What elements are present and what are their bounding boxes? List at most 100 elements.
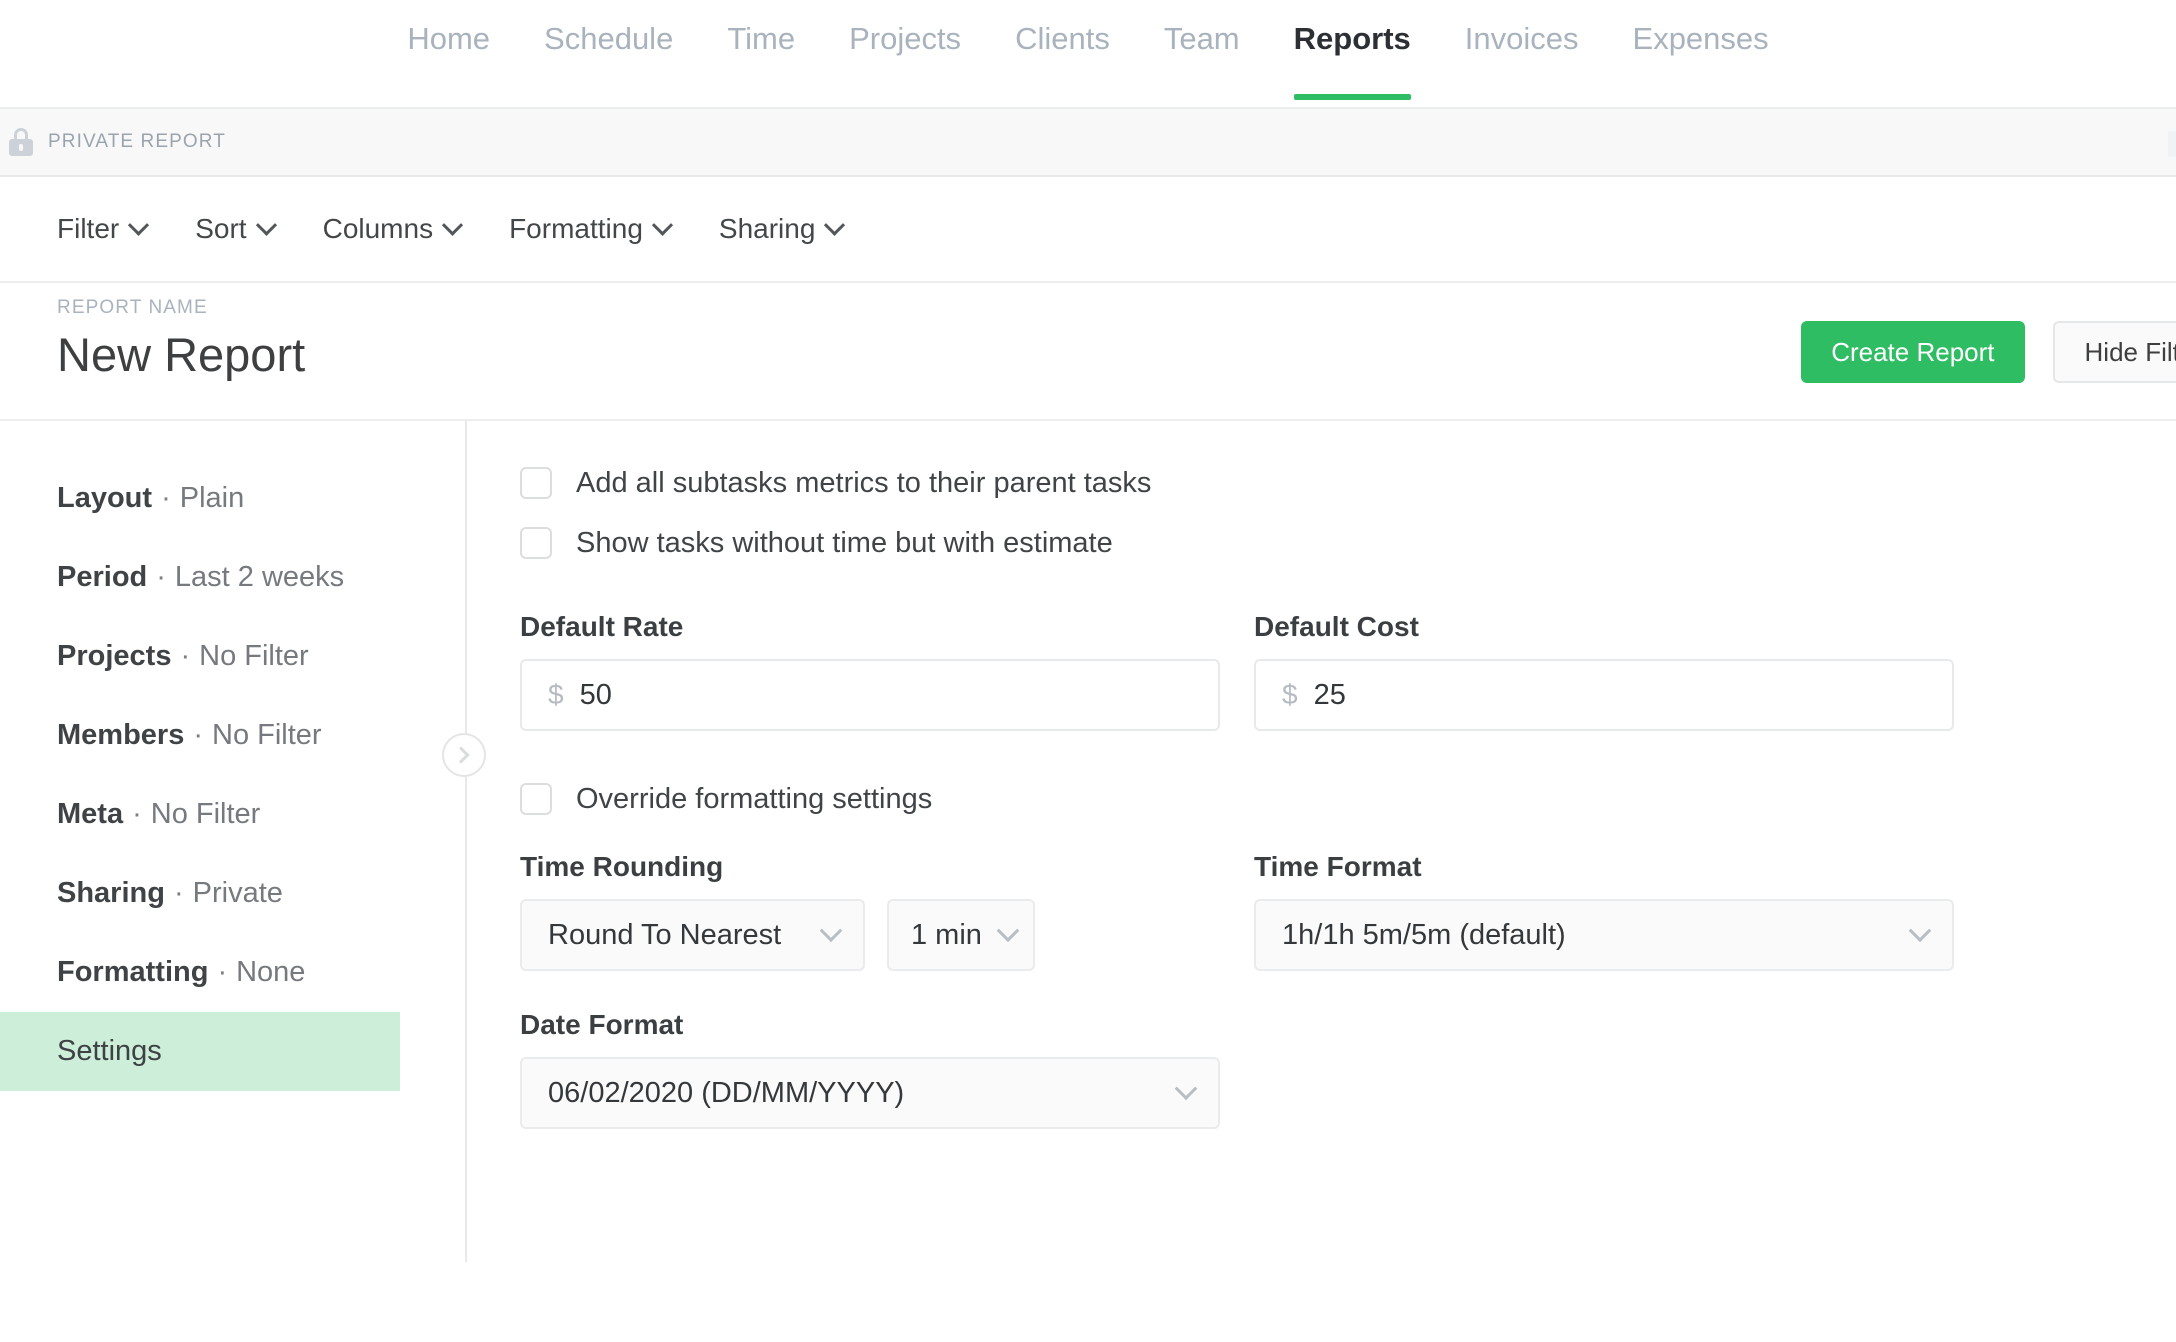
report-header: REPORT NAME New Report Create Report Hid…: [0, 281, 2176, 419]
nav-label-expenses: Expenses: [1632, 21, 1769, 56]
chevron-down-icon: [128, 214, 150, 236]
time-rounding-unit-value: 1 min: [911, 918, 982, 951]
checkbox-row-subtasks[interactable]: Add all subtasks metrics to their parent…: [520, 453, 2176, 513]
sidebar-item-layout[interactable]: Layout · Plain: [0, 459, 465, 538]
nav-list: Home Schedule Time Projects Clients Team…: [380, 21, 1796, 101]
nav-label-clients: Clients: [1015, 21, 1110, 56]
sidebar-item-value: Private: [192, 877, 283, 909]
time-rounding-unit-wrap: 1 min: [887, 899, 1035, 971]
sidebar-item-label: Sharing: [57, 877, 165, 909]
sidebar-separator: ·: [193, 719, 203, 751]
checkbox-row-estimate[interactable]: Show tasks without time but with estimat…: [520, 513, 2176, 573]
default-cost-field-group: Default Cost $ 25: [1254, 611, 1954, 731]
subtasks-checkbox-label: Add all subtasks metrics to their parent…: [576, 466, 1152, 499]
nav-label-projects: Projects: [849, 21, 962, 56]
sidebar-divider: [442, 421, 486, 1262]
date-format-group: Date Format 06/02/2020 (DD/MM/YYYY): [520, 1009, 1220, 1129]
sidebar-item-formatting[interactable]: Formatting · None: [0, 933, 465, 1012]
sidebar-separator: ·: [173, 877, 184, 909]
sidebar-collapse-button[interactable]: [442, 733, 486, 777]
override-formatting-label: Override formatting settings: [576, 782, 933, 815]
checkbox-row-override[interactable]: Override formatting settings: [520, 769, 2176, 829]
default-rate-field-group: Default Rate $ 50: [520, 611, 1220, 731]
time-rounding-mode-value: Round To Nearest: [548, 918, 782, 951]
nav-item-expenses[interactable]: Expenses: [1606, 21, 1796, 100]
report-settings-sidebar: Layout · Plain Period · Last 2 weeks Pro…: [0, 421, 465, 1262]
nav-label-time: Time: [727, 21, 796, 56]
time-rounding-group: Time Rounding Round To Nearest 1 min: [520, 851, 1220, 971]
estimate-checkbox[interactable]: [520, 527, 552, 559]
default-rate-value: 50: [579, 678, 612, 711]
currency-symbol: $: [1282, 679, 1298, 710]
sidebar-item-sharing[interactable]: Sharing · Private: [0, 854, 465, 933]
private-report-bar: PRIVATE REPORT: [0, 107, 2176, 177]
nav-item-home[interactable]: Home: [380, 21, 517, 100]
chevron-down-icon: [819, 919, 843, 943]
date-format-label: Date Format: [520, 1009, 684, 1040]
nav-label-invoices: Invoices: [1464, 21, 1579, 56]
nav-item-time[interactable]: Time: [700, 21, 822, 100]
nav-item-team[interactable]: Team: [1137, 21, 1267, 100]
default-cost-value: 25: [1313, 678, 1346, 711]
header-actions: Create Report Hide Filters: [1801, 321, 2176, 383]
sidebar-item-period[interactable]: Period · Last 2 weeks: [0, 538, 465, 617]
nav-label-home: Home: [407, 21, 491, 56]
sidebar-item-settings[interactable]: Settings: [0, 1012, 400, 1091]
nav-label-schedule: Schedule: [544, 21, 674, 56]
chevron-down-icon: [824, 214, 846, 236]
sidebar-item-label: Meta: [57, 798, 124, 830]
default-cost-input[interactable]: $ 25: [1254, 659, 1954, 731]
override-formatting-checkbox[interactable]: [520, 783, 552, 815]
default-cost-label: Default Cost: [1254, 611, 1419, 642]
edge-panel-sliver[interactable]: [2168, 131, 2176, 157]
time-rounding-mode-wrap: Round To Nearest: [520, 899, 865, 971]
hide-filters-button[interactable]: Hide Filters: [2052, 321, 2176, 383]
nav-item-reports[interactable]: Reports: [1267, 21, 1438, 101]
nav-item-schedule[interactable]: Schedule: [517, 21, 700, 100]
sidebar-item-label: Projects: [57, 640, 172, 672]
time-rounding-unit-select[interactable]: 1 min: [887, 899, 1035, 971]
create-report-button[interactable]: Create Report: [1801, 321, 2025, 383]
toolbar-sort-dropdown[interactable]: Sort: [195, 213, 277, 245]
nav-item-clients[interactable]: Clients: [988, 21, 1137, 100]
toolbar-filter-dropdown[interactable]: Filter: [57, 213, 150, 245]
time-format-select[interactable]: 1h/1h 5m/5m (default): [1254, 899, 1954, 971]
default-rate-label: Default Rate: [520, 611, 684, 642]
sidebar-item-label: Layout: [57, 482, 153, 514]
sidebar-separator: ·: [161, 482, 171, 514]
chevron-down-icon: [651, 214, 674, 236]
toolbar-formatting-dropdown[interactable]: Formatting: [509, 213, 674, 245]
time-rounding-mode-select[interactable]: Round To Nearest: [520, 899, 865, 971]
sidebar-separator: ·: [156, 561, 166, 593]
lock-icon: [8, 128, 34, 156]
sidebar-item-value: No Filter: [212, 719, 322, 751]
subtasks-checkbox[interactable]: [520, 467, 552, 499]
settings-panel: Add all subtasks metrics to their parent…: [467, 421, 2176, 1262]
nav-label-reports: Reports: [1293, 21, 1411, 56]
rate-cost-row: Default Rate $ 50 Default Cost $ 25: [520, 611, 2176, 731]
sidebar-separator: ·: [180, 640, 191, 672]
sidebar-item-label: Settings: [57, 1035, 162, 1067]
default-rate-input[interactable]: $ 50: [520, 659, 1220, 731]
sidebar-item-label: Period: [57, 561, 148, 593]
sidebar-item-value: Plain: [179, 482, 245, 514]
sidebar-item-projects[interactable]: Projects · No Filter: [0, 617, 465, 696]
toolbar-sharing-dropdown[interactable]: Sharing: [719, 213, 846, 245]
toolbar-filter-label: Filter: [57, 213, 120, 244]
main-navigation: Home Schedule Time Projects Clients Team…: [0, 0, 2176, 107]
nav-item-projects[interactable]: Projects: [822, 21, 988, 100]
estimate-checkbox-label: Show tasks without time but with estimat…: [576, 526, 1113, 559]
date-format-select[interactable]: 06/02/2020 (DD/MM/YYYY): [520, 1057, 1220, 1129]
sidebar-item-label: Members: [57, 719, 185, 751]
sidebar-item-label: Formatting: [57, 956, 209, 988]
nav-item-invoices[interactable]: Invoices: [1438, 21, 1606, 100]
toolbar-columns-dropdown[interactable]: Columns: [323, 213, 464, 245]
sidebar-item-members[interactable]: Members · No Filter: [0, 696, 465, 775]
currency-symbol: $: [548, 679, 564, 710]
date-format-value: 06/02/2020 (DD/MM/YYYY): [548, 1076, 905, 1109]
sidebar-item-meta[interactable]: Meta · No Filter: [0, 775, 465, 854]
sidebar-item-value: Last 2 weeks: [174, 561, 345, 593]
sidebar-item-value: No Filter: [150, 798, 261, 830]
sidebar-item-value: No Filter: [199, 640, 309, 672]
chevron-right-icon: [452, 746, 470, 764]
